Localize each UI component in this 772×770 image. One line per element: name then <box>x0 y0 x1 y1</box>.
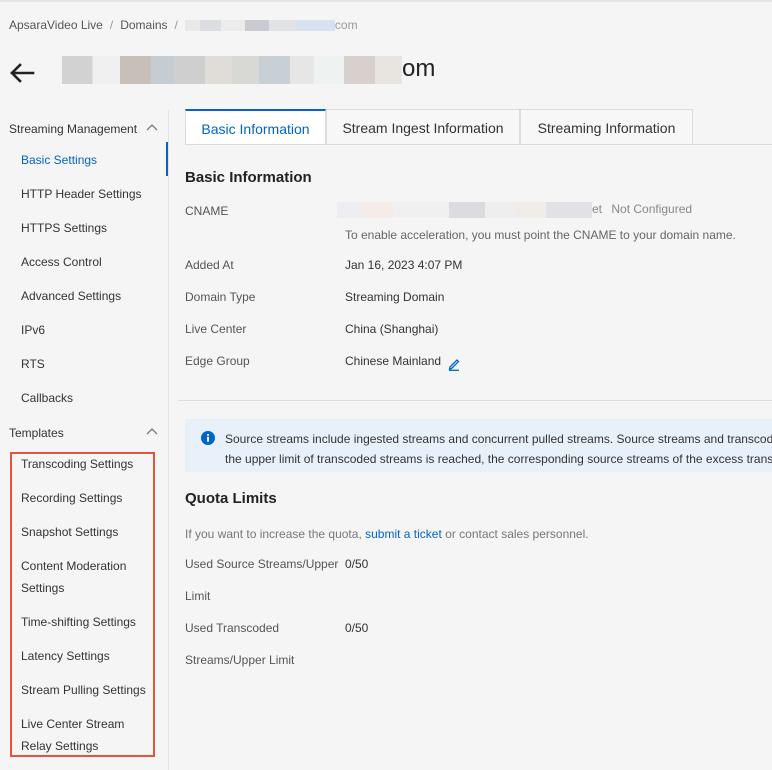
domain-type-value: Streaming Domain <box>345 290 445 304</box>
edge-group-label: Edge Group <box>185 354 250 368</box>
live-center-value: China (Shanghai) <box>345 322 439 336</box>
notice-line-2: the upper limit of transcoded streams is… <box>225 452 772 466</box>
source-streams-label-line-2: Limit <box>185 589 211 603</box>
cname-label: CNAME <box>185 204 229 218</box>
breadcrumb-separator: / <box>109 18 114 32</box>
info-circle-icon <box>201 431 215 445</box>
notice-text: Source streams include ingested streams … <box>225 429 772 469</box>
sidebar-item-ipv6[interactable]: IPv6 <box>21 319 161 341</box>
group-templates[interactable]: Templates <box>9 426 64 440</box>
page-title-suffix: om <box>402 55 436 82</box>
tab-basic-information[interactable]: Basic Information <box>185 109 326 144</box>
tab-stream-ingest-information[interactable]: Stream Ingest Information <box>326 109 520 144</box>
notice-line-1: Source streams include ingested streams … <box>225 432 772 446</box>
section-divider <box>178 400 772 401</box>
active-indicator <box>166 142 168 176</box>
redacted-domain <box>184 20 335 32</box>
sidebar-divider <box>168 110 169 770</box>
source-streams-value: 0/50 <box>345 557 369 571</box>
cname-tail: et <box>592 202 603 217</box>
arrow-left-icon[interactable] <box>9 60 35 86</box>
sidebar-item-basic-settings[interactable]: Basic Settings <box>21 149 161 171</box>
breadcrumb-domains[interactable]: Domains <box>120 18 167 32</box>
transcoded-streams-label: Used Transcoded Streams/Upper Limit <box>185 621 294 667</box>
added-at-label: Added At <box>185 258 234 272</box>
edge-group-value: Chinese Mainland <box>345 354 442 368</box>
added-at-value: Jan 16, 2023 4:07 PM <box>345 258 463 272</box>
sidebar-item-access-control[interactable]: Access Control <box>21 251 161 273</box>
sidebar-item-rts[interactable]: RTS <box>21 353 161 375</box>
templates-highlight-box <box>10 452 155 757</box>
chevron-up-icon[interactable] <box>146 123 158 131</box>
quota-hint-prefix: If you want to increase the quota, <box>185 527 362 541</box>
breadcrumb-separator: / <box>174 18 178 32</box>
source-streams-label: Used Source Streams/Upper Limit <box>185 557 338 603</box>
transcoded-streams-label-line-1: Used Transcoded <box>185 621 280 635</box>
page-title: om <box>62 55 435 85</box>
cname-status: Not Configured <box>611 202 693 217</box>
quota-hint-suffix: or contact sales personnel. <box>445 527 589 541</box>
submit-ticket-link[interactable]: submit a ticket <box>365 527 442 541</box>
pencil-icon[interactable] <box>448 357 460 371</box>
breadcrumb-domain-suffix: com <box>334 18 358 32</box>
transcoded-streams-value: 0/50 <box>345 621 369 635</box>
redacted-cname <box>337 202 592 218</box>
domain-type-label: Domain Type <box>185 290 256 304</box>
group-streaming-management[interactable]: Streaming Management <box>9 122 137 136</box>
live-center-label: Live Center <box>185 322 247 336</box>
top-border <box>0 0 772 2</box>
transcoded-streams-label-line-2: Streams/Upper Limit <box>185 653 295 667</box>
quota-hint: If you want to increase the quota, submi… <box>185 527 589 541</box>
sidebar-item-http-header-settings[interactable]: HTTP Header Settings <box>21 183 161 205</box>
section-title-quota-limits: Quota Limits <box>185 490 277 507</box>
tab-underline <box>185 144 772 145</box>
cname-hint: To enable acceleration, you must point t… <box>345 228 736 242</box>
tab-streaming-information[interactable]: Streaming Information <box>520 109 693 144</box>
sidebar-item-https-settings[interactable]: HTTPS Settings <box>21 217 161 239</box>
breadcrumb: ApsaraVideo Live / Domains / com <box>9 18 358 32</box>
section-title-basic-information: Basic Information <box>185 169 312 186</box>
sidebar-item-advanced-settings[interactable]: Advanced Settings <box>21 285 161 307</box>
sidebar-item-callbacks[interactable]: Callbacks <box>21 387 161 409</box>
redacted-domain-title <box>62 55 402 84</box>
breadcrumb-root[interactable]: ApsaraVideo Live <box>9 18 103 32</box>
source-streams-label-line-1: Used Source Streams/Upper <box>185 557 339 571</box>
cname-value: et Not Configured <box>337 202 692 218</box>
chevron-up-icon[interactable] <box>146 427 158 435</box>
info-notice: Source streams include ingested streams … <box>185 419 772 472</box>
